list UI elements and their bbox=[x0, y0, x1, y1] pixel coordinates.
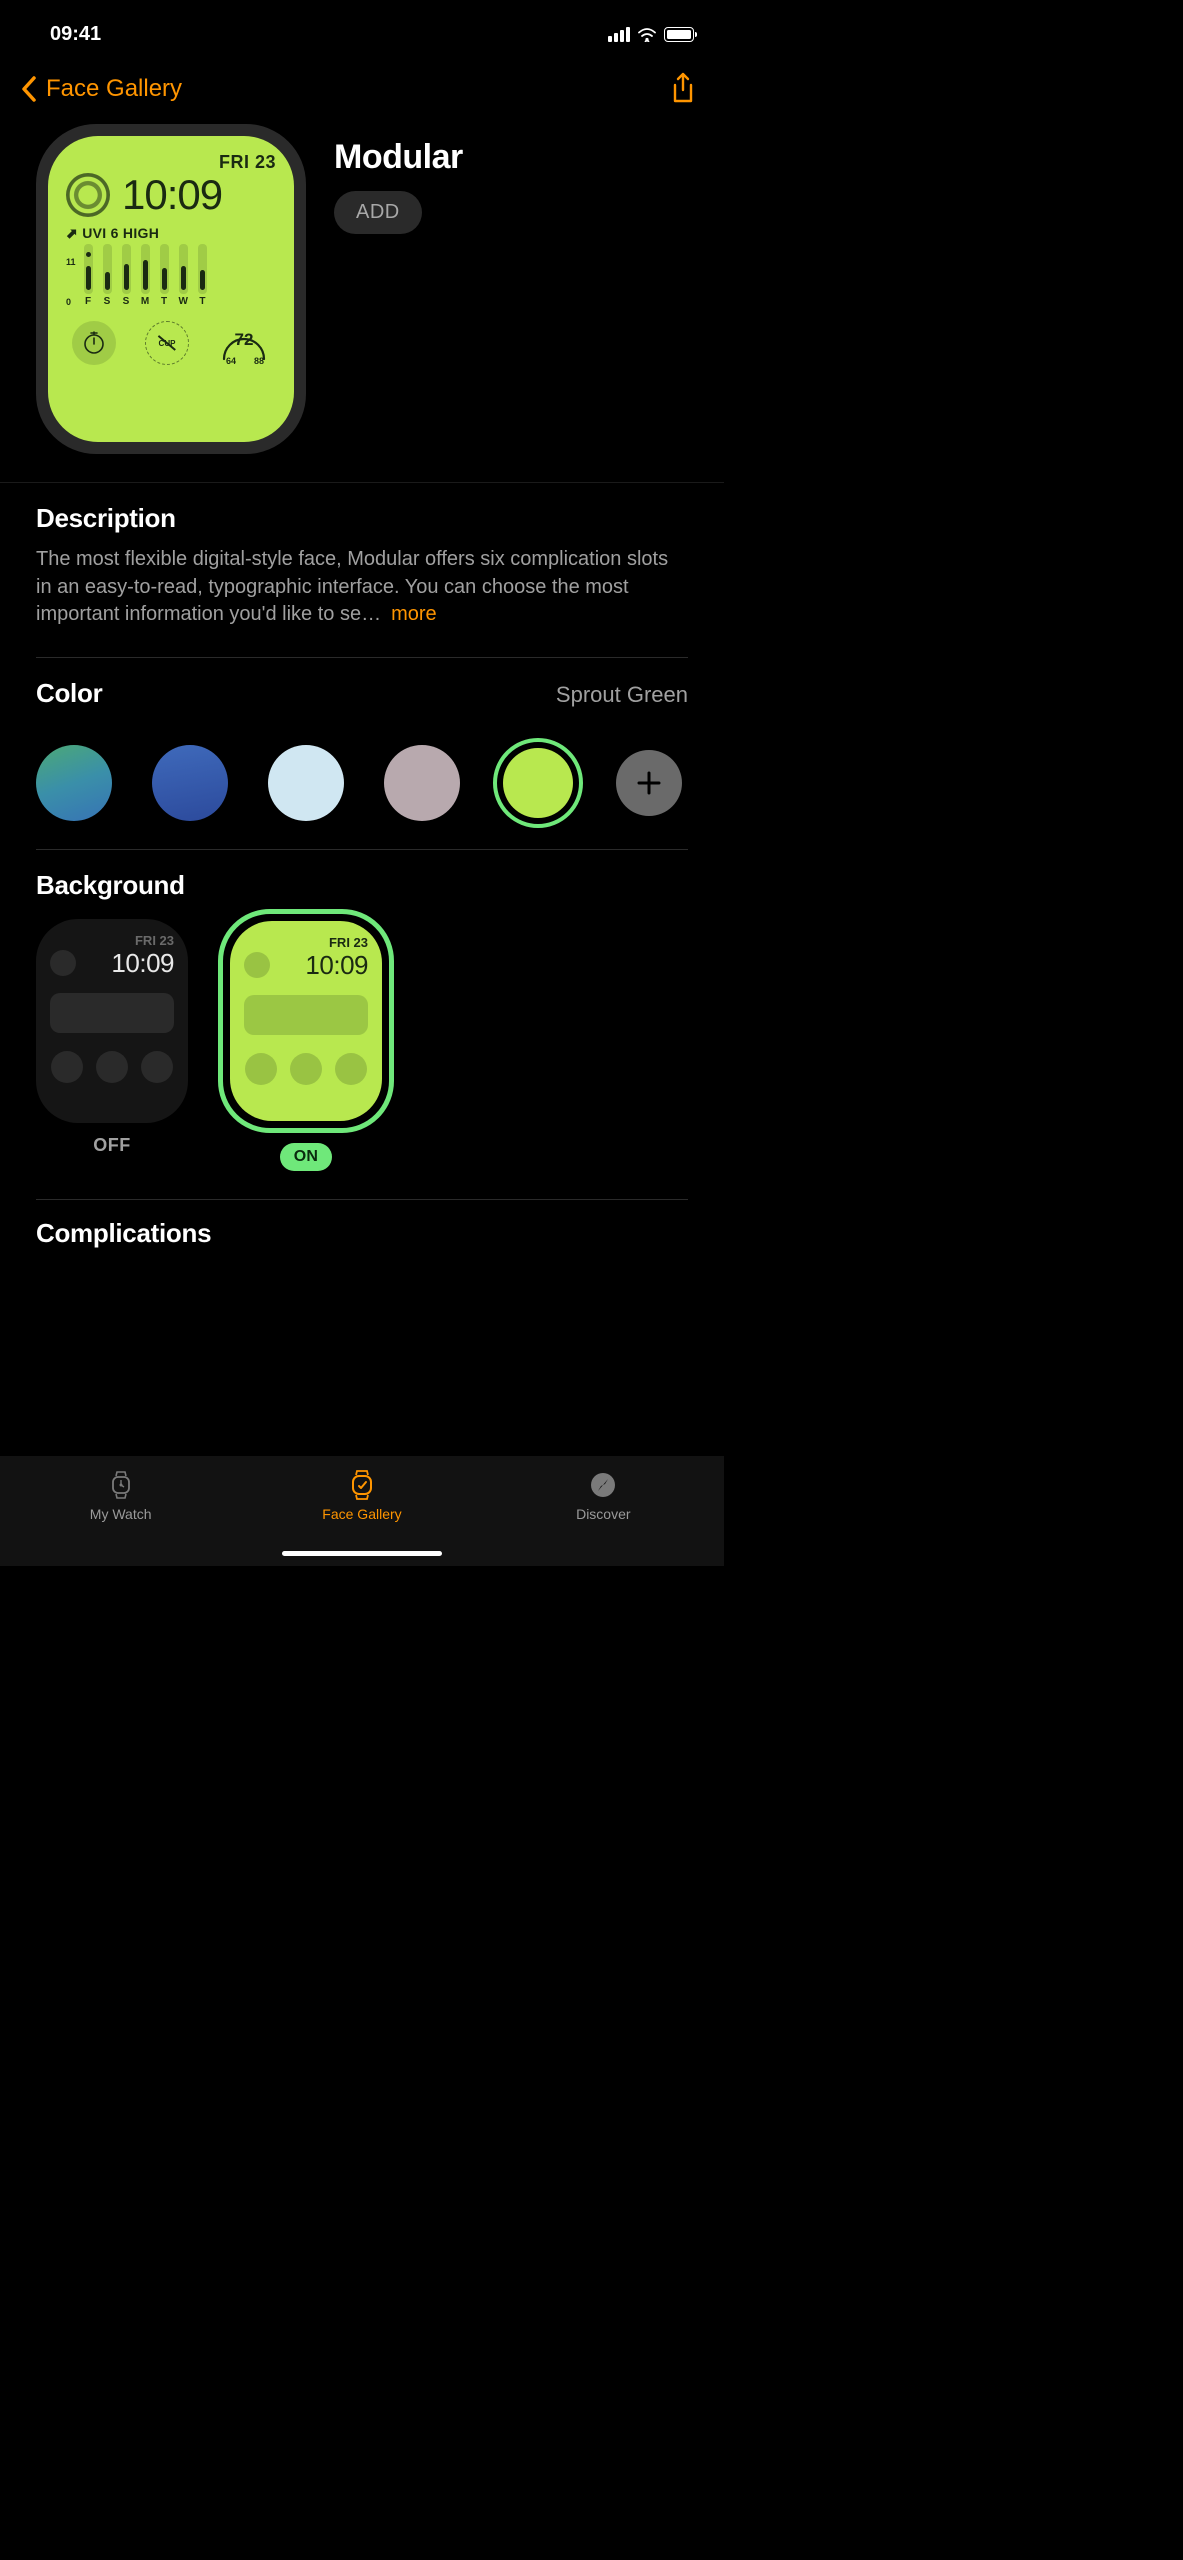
face-title: Modular bbox=[334, 138, 463, 177]
thumb-date: FRI 23 bbox=[50, 933, 174, 948]
activity-rings-icon bbox=[66, 173, 110, 217]
tab-my-watch[interactable]: My Watch bbox=[1, 1470, 240, 1522]
watch-icon bbox=[107, 1470, 135, 1500]
watch-face-preview: FRI 23 10:09 ⬈ UVI 6 HIGH 11 0 F S S M T… bbox=[36, 124, 306, 454]
cellular-signal-icon bbox=[608, 27, 630, 42]
chevron-left-icon bbox=[20, 75, 38, 103]
background-heading: Background bbox=[36, 870, 688, 901]
battery-icon bbox=[664, 27, 694, 42]
compass-complication-icon: CUP bbox=[145, 321, 189, 365]
color-heading: Color bbox=[36, 678, 102, 709]
status-icons bbox=[608, 27, 694, 42]
day-label: S bbox=[104, 296, 111, 307]
status-bar: 09:41 bbox=[0, 0, 724, 60]
color-swatch-blue[interactable] bbox=[152, 745, 228, 821]
thumb-slot-icon bbox=[290, 1053, 322, 1085]
plus-icon bbox=[635, 769, 663, 797]
background-option-on[interactable]: FRI 23 10:09 ON bbox=[230, 919, 382, 1171]
tab-label: Discover bbox=[576, 1506, 630, 1522]
navigation-bar: Face Gallery bbox=[0, 60, 724, 124]
day-label: M bbox=[141, 296, 149, 307]
thumb-slot-icon bbox=[141, 1051, 173, 1083]
tab-label: My Watch bbox=[90, 1506, 152, 1522]
thumb-slot-icon bbox=[96, 1051, 128, 1083]
selected-color-name: Sprout Green bbox=[556, 682, 688, 708]
day-label: T bbox=[199, 296, 205, 307]
weather-complication: 72 64 88 bbox=[218, 321, 270, 365]
watch-screen: FRI 23 10:09 ⬈ UVI 6 HIGH 11 0 F S S M T… bbox=[48, 136, 294, 442]
axis-top: 11 bbox=[66, 257, 76, 267]
color-swatch-green bbox=[503, 748, 573, 818]
background-thumb-on: FRI 23 10:09 bbox=[230, 921, 382, 1121]
axis-bottom: 0 bbox=[66, 297, 76, 307]
preview-date: FRI 23 bbox=[66, 152, 276, 173]
day-label: T bbox=[161, 296, 167, 307]
svg-text:88: 88 bbox=[254, 356, 264, 365]
color-section: Color Sprout Green bbox=[0, 658, 724, 849]
description-text: The most flexible digital-style face, Mo… bbox=[36, 548, 668, 625]
preview-time: 10:09 bbox=[122, 171, 222, 219]
complications-section: Complications bbox=[0, 1200, 724, 1249]
color-swatch-gray[interactable] bbox=[384, 745, 460, 821]
tab-face-gallery[interactable]: Face Gallery bbox=[243, 1470, 482, 1522]
day-label: F bbox=[85, 296, 91, 307]
svg-text:64: 64 bbox=[226, 356, 236, 365]
thumb-slot-icon bbox=[50, 950, 76, 976]
back-label: Face Gallery bbox=[46, 75, 182, 103]
tab-discover[interactable]: Discover bbox=[484, 1470, 723, 1522]
color-add-button[interactable] bbox=[616, 750, 682, 816]
description-heading: Description bbox=[36, 503, 688, 534]
back-button[interactable]: Face Gallery bbox=[20, 75, 182, 103]
on-label: ON bbox=[280, 1143, 333, 1171]
tab-bar: My Watch Face Gallery Discover bbox=[0, 1456, 724, 1566]
day-label: W bbox=[179, 296, 188, 307]
color-swatch-teal[interactable] bbox=[36, 745, 112, 821]
thumb-slot-icon bbox=[51, 1051, 83, 1083]
thumb-slot-icon bbox=[244, 952, 270, 978]
thumb-time: 10:09 bbox=[111, 948, 174, 979]
watch-face-icon bbox=[349, 1470, 375, 1500]
color-swatches bbox=[36, 745, 688, 821]
background-option-off[interactable]: FRI 23 10:09 OFF bbox=[36, 919, 188, 1171]
off-label: OFF bbox=[93, 1135, 131, 1156]
wifi-icon bbox=[637, 27, 657, 42]
preview-uvi: ⬈ UVI 6 HIGH bbox=[66, 225, 276, 242]
background-thumb-off: FRI 23 10:09 bbox=[36, 919, 188, 1123]
complications-heading: Complications bbox=[36, 1218, 688, 1249]
color-swatch-lightblue[interactable] bbox=[268, 745, 344, 821]
share-icon[interactable] bbox=[670, 72, 696, 106]
thumb-time: 10:09 bbox=[305, 950, 368, 981]
thumb-slot-icon bbox=[245, 1053, 277, 1085]
status-time: 09:41 bbox=[50, 23, 101, 46]
thumb-date: FRI 23 bbox=[244, 935, 368, 950]
day-label: S bbox=[123, 296, 130, 307]
hero-section: FRI 23 10:09 ⬈ UVI 6 HIGH 11 0 F S S M T… bbox=[0, 124, 724, 482]
color-swatch-selected[interactable] bbox=[493, 738, 583, 828]
thumb-slot-bar bbox=[244, 995, 368, 1035]
compass-icon bbox=[589, 1470, 617, 1500]
background-section: Background FRI 23 10:09 OFF F bbox=[0, 850, 724, 1199]
thumb-slot-bar bbox=[50, 993, 174, 1033]
add-button[interactable]: ADD bbox=[334, 191, 422, 234]
description-section: Description The most flexible digital-st… bbox=[0, 483, 724, 657]
thumb-slot-icon bbox=[335, 1053, 367, 1085]
svg-text:72: 72 bbox=[235, 330, 254, 349]
tab-label: Face Gallery bbox=[322, 1506, 401, 1522]
timer-complication-icon bbox=[72, 321, 116, 365]
more-button[interactable]: more bbox=[386, 603, 437, 625]
home-indicator[interactable] bbox=[282, 1551, 442, 1556]
preview-uv-chart: 11 0 F S S M T W T bbox=[66, 244, 276, 307]
